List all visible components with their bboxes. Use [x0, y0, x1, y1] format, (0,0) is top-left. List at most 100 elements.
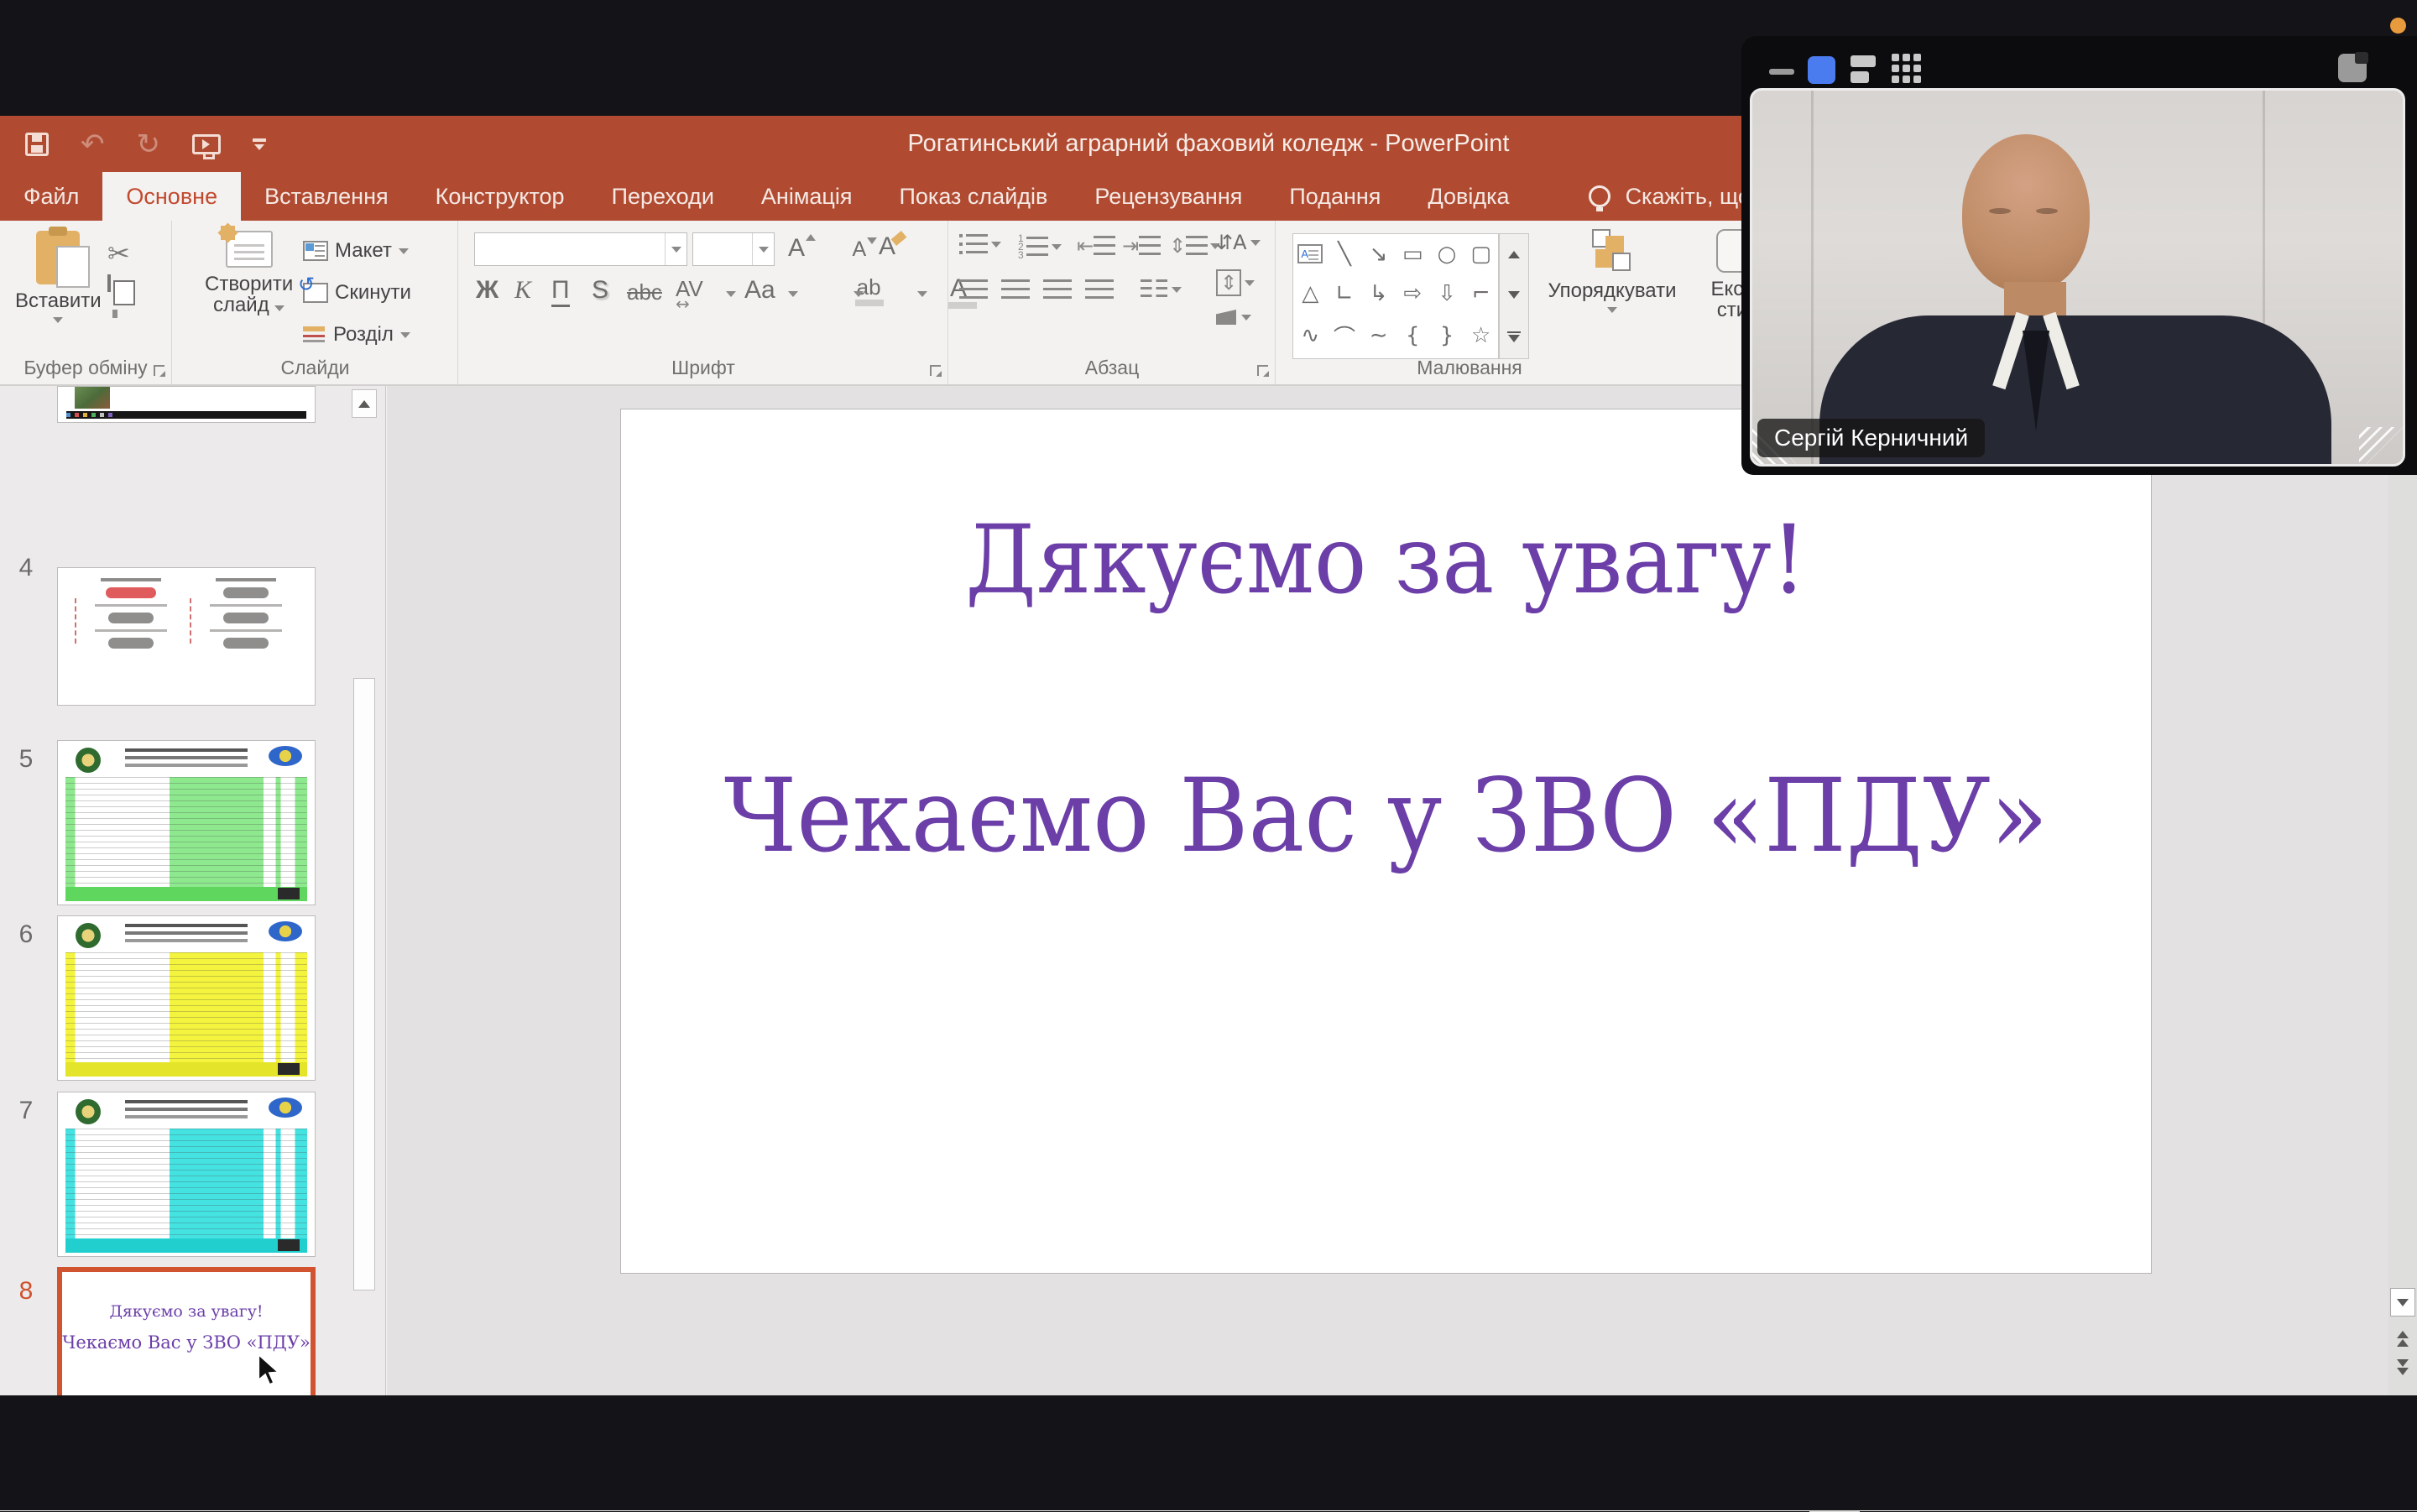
- undo-icon[interactable]: ↶: [81, 128, 105, 161]
- text-box-shape-icon[interactable]: A: [1297, 244, 1323, 263]
- tab-insert[interactable]: Вставлення: [241, 172, 412, 221]
- change-case-button[interactable]: Aa: [744, 276, 775, 305]
- scribble-shape-icon[interactable]: ∿: [1293, 313, 1328, 358]
- cut-button[interactable]: ✂: [107, 237, 130, 269]
- text-direction-button[interactable]: ⇵A: [1216, 231, 1261, 254]
- elbow-arrow-shape-icon[interactable]: ↳: [1361, 274, 1396, 313]
- copy-button[interactable]: [107, 276, 111, 291]
- bold-button[interactable]: Ж: [476, 276, 499, 305]
- active-speaker-view-icon[interactable]: [1808, 56, 1835, 84]
- slides-panel: 4 5 6: [0, 386, 386, 1473]
- font-color-dropdown[interactable]: [917, 291, 927, 297]
- tab-design[interactable]: Конструктор: [412, 172, 588, 221]
- down-arrow-shape-icon[interactable]: ⇩: [1430, 274, 1464, 313]
- paragraph-dialog-launcher-icon[interactable]: [1257, 365, 1268, 376]
- decrease-indent-button[interactable]: ⇤: [1077, 234, 1115, 258]
- layout-button[interactable]: Макет: [303, 239, 409, 263]
- layout-icon: [303, 241, 328, 261]
- underline-button[interactable]: П: [551, 276, 570, 307]
- font-dialog-launcher-icon[interactable]: [930, 365, 941, 376]
- slide-thumbnail-6[interactable]: [57, 915, 316, 1081]
- left-brace-shape-icon[interactable]: {: [1396, 313, 1430, 358]
- line-spacing-button[interactable]: ⇕: [1169, 234, 1220, 258]
- spacing-dropdown[interactable]: [726, 291, 736, 297]
- slide-editor-area: Дякуємо за увагу! Чекаємо Вас у ЗВО «ПДУ…: [387, 386, 2417, 1416]
- section-icon: [303, 326, 326, 344]
- slide-subtitle-text[interactable]: Чекаємо Вас у ЗВО «ПДУ»: [621, 758, 2151, 875]
- italic-button[interactable]: К: [514, 276, 531, 305]
- arrow-shape-icon[interactable]: ↘: [1361, 234, 1396, 274]
- tab-slideshow[interactable]: Показ слайдів: [876, 172, 1072, 221]
- right-brace-shape-icon[interactable]: }: [1430, 313, 1464, 358]
- tab-home[interactable]: Основне: [102, 172, 241, 221]
- clear-formatting-button[interactable]: A: [879, 232, 895, 261]
- reset-button[interactable]: Скинути: [303, 281, 411, 305]
- smartart-button[interactable]: [1216, 310, 1251, 325]
- numbering-button[interactable]: 1 2 3: [1018, 234, 1062, 259]
- line-shape-icon[interactable]: ╲: [1328, 234, 1362, 274]
- tab-view[interactable]: Подання: [1266, 172, 1404, 221]
- align-right-button[interactable]: [1043, 279, 1072, 300]
- right-arrow-shape-icon[interactable]: ⇨: [1396, 274, 1430, 313]
- justify-button[interactable]: [1085, 279, 1114, 300]
- speaker-view-icon[interactable]: [1851, 55, 1876, 84]
- rounded-rect-shape-icon[interactable]: ▢: [1464, 234, 1498, 274]
- thumbnails-scrollbar[interactable]: [352, 386, 377, 1473]
- align-center-button[interactable]: [1001, 279, 1030, 300]
- tab-transitions[interactable]: Переходи: [588, 172, 738, 221]
- paste-icon: [36, 231, 80, 284]
- star-shape-icon[interactable]: ☆: [1464, 313, 1498, 358]
- participant-video[interactable]: Сергій Керничний: [1750, 88, 2405, 467]
- align-left-icon: [959, 279, 988, 300]
- customize-qat-icon[interactable]: [253, 138, 266, 150]
- character-spacing-button[interactable]: AV↔: [676, 276, 703, 314]
- minimize-video-icon[interactable]: [1769, 69, 1794, 75]
- arrange-button[interactable]: Упорядкувати: [1549, 229, 1675, 313]
- increase-indent-button[interactable]: ⇥: [1122, 234, 1161, 258]
- section-button[interactable]: Розділ: [303, 323, 410, 347]
- slide-thumbnail-3[interactable]: [57, 386, 316, 423]
- start-slideshow-icon[interactable]: [192, 134, 221, 154]
- align-left-button[interactable]: [959, 279, 988, 300]
- tab-file[interactable]: Файл: [0, 172, 102, 221]
- slide-thumbnail-7[interactable]: [57, 1092, 316, 1257]
- popout-layout-icon[interactable]: [2338, 54, 2367, 82]
- font-size-combo[interactable]: [692, 232, 775, 266]
- redo-icon[interactable]: ↻: [137, 128, 161, 161]
- paste-dropdown[interactable]: [53, 317, 63, 323]
- save-icon[interactable]: [25, 133, 49, 156]
- columns-button[interactable]: [1141, 279, 1182, 300]
- slide-thumbnail-5[interactable]: [57, 740, 316, 905]
- elbow-shape-icon[interactable]: ∟: [1328, 274, 1362, 313]
- slide-thumbnail-4[interactable]: [57, 567, 316, 706]
- shapes-gallery-scrollbar[interactable]: [1499, 233, 1529, 359]
- rectangle-shape-icon[interactable]: ▭: [1396, 234, 1430, 274]
- curve-shape-icon[interactable]: ∼: [1361, 313, 1396, 358]
- text-shadow-button[interactable]: S: [592, 276, 608, 305]
- copy-icon: [107, 274, 111, 292]
- tab-review[interactable]: Рецензування: [1071, 172, 1266, 221]
- highlight-dropdown[interactable]: [854, 291, 864, 297]
- editor-scrollbar[interactable]: [2388, 386, 2417, 1416]
- strikethrough-button[interactable]: abc: [627, 279, 662, 305]
- align-text-button[interactable]: ⇕: [1216, 269, 1255, 296]
- polygon-shape-icon[interactable]: ⌐: [1464, 274, 1498, 313]
- tab-animations[interactable]: Анімація: [738, 172, 876, 221]
- new-slide-button[interactable]: Створити слайд: [205, 231, 293, 316]
- bullets-button[interactable]: [959, 234, 1001, 255]
- tab-help[interactable]: Довідка: [1404, 172, 1532, 221]
- current-slide-canvas[interactable]: Дякуємо за увагу! Чекаємо Вас у ЗВО «ПДУ…: [621, 409, 2151, 1273]
- triangle-shape-icon[interactable]: △: [1293, 274, 1328, 313]
- font-name-combo[interactable]: [474, 232, 687, 266]
- resize-grip-icon[interactable]: [2359, 427, 2403, 464]
- slide-title-text[interactable]: Дякуємо за увагу!: [621, 504, 2151, 615]
- shapes-gallery[interactable]: A ╲ ↘ ▭ ○ ▢ △ ∟ ↳ ⇨ ⇩ ⌐ ∿ ⌒ ∼ { } ☆: [1292, 233, 1499, 359]
- oval-shape-icon[interactable]: ○: [1430, 234, 1464, 274]
- grow-font-button[interactable]: A: [788, 234, 805, 262]
- shrink-font-button[interactable]: A: [852, 237, 866, 261]
- gallery-view-icon[interactable]: [1892, 54, 1899, 61]
- paste-button[interactable]: Вставити: [15, 231, 102, 323]
- case-dropdown[interactable]: [788, 291, 798, 297]
- clipboard-dialog-launcher-icon[interactable]: [154, 365, 164, 376]
- arc-shape-icon[interactable]: ⌒: [1328, 313, 1362, 358]
